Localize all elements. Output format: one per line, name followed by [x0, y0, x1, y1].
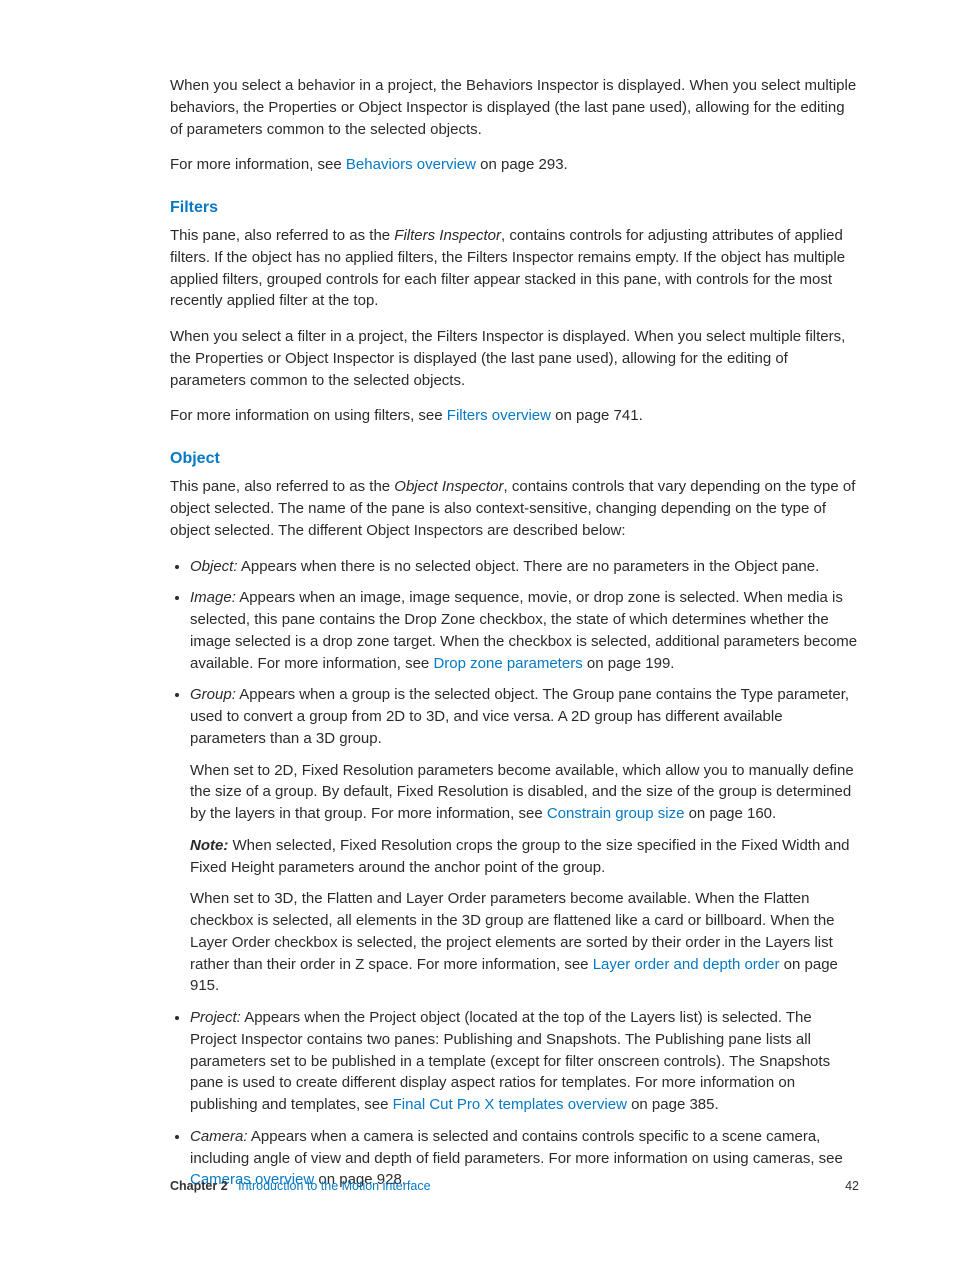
list-item-group: Group: Appears when a group is the selec… — [190, 684, 859, 997]
intro-paragraph-2: For more information, see Behaviors over… — [170, 154, 859, 176]
group-sub-paragraph-2d: When set to 2D, Fixed Resolution paramet… — [190, 760, 859, 825]
text-fragment: on page 160. — [684, 805, 776, 822]
object-heading: Object — [170, 447, 859, 470]
filters-paragraph-3: For more information on using filters, s… — [170, 405, 859, 427]
object-inspector-term: Object Inspector — [394, 478, 503, 495]
list-item-image: Image: Appears when an image, image sequ… — [190, 587, 859, 674]
object-inspector-list: Object: Appears when there is no selecte… — [170, 556, 859, 1192]
footer-left: Chapter 2 Introduction to the Motion int… — [170, 1177, 431, 1195]
text-fragment: Appears when there is no selected object… — [238, 558, 820, 575]
note-label: Note: — [190, 837, 233, 854]
layer-order-link[interactable]: Layer order and depth order — [593, 956, 780, 973]
group-sub-paragraph-3d: When set to 3D, the Flatten and Layer Or… — [190, 888, 859, 997]
fcpx-templates-overview-link[interactable]: Final Cut Pro X templates overview — [393, 1096, 627, 1113]
drop-zone-parameters-link[interactable]: Drop zone parameters — [433, 655, 582, 672]
chapter-label: Chapter 2 — [170, 1179, 228, 1193]
text-fragment: Appears when a camera is selected and co… — [190, 1128, 843, 1167]
document-page: When you select a behavior in a project,… — [0, 0, 954, 1265]
group-sub-paragraph-note: Note: When selected, Fixed Resolution cr… — [190, 835, 859, 879]
text-fragment: This pane, also referred to as the — [170, 227, 394, 244]
object-paragraph-1: This pane, also referred to as the Objec… — [170, 476, 859, 541]
text-fragment: on page 199. — [583, 655, 675, 672]
item-label: Object: — [190, 558, 238, 575]
text-fragment: Appears when a group is the selected obj… — [190, 686, 849, 747]
text-fragment: When selected, Fixed Resolution crops th… — [190, 837, 850, 876]
filters-paragraph-2: When you select a filter in a project, t… — [170, 326, 859, 391]
constrain-group-size-link[interactable]: Constrain group size — [547, 805, 685, 822]
text-fragment: on page 741. — [551, 407, 643, 424]
text-fragment: This pane, also referred to as the — [170, 478, 394, 495]
item-label: Camera: — [190, 1128, 248, 1145]
chapter-title: Introduction to the Motion interface — [238, 1179, 430, 1193]
filters-inspector-term: Filters Inspector — [394, 227, 501, 244]
text-fragment: For more information, see — [170, 156, 346, 173]
filters-heading: Filters — [170, 196, 859, 219]
item-label: Project: — [190, 1009, 241, 1026]
filters-overview-link[interactable]: Filters overview — [447, 407, 551, 424]
behaviors-overview-link[interactable]: Behaviors overview — [346, 156, 476, 173]
filters-paragraph-1: This pane, also referred to as the Filte… — [170, 225, 859, 312]
text-fragment: on page 293. — [476, 156, 568, 173]
list-item-project: Project: Appears when the Project object… — [190, 1007, 859, 1116]
text-fragment: For more information on using filters, s… — [170, 407, 447, 424]
item-label: Group: — [190, 686, 236, 703]
text-fragment: on page 385. — [627, 1096, 719, 1113]
intro-paragraph-1: When you select a behavior in a project,… — [170, 75, 859, 140]
page-number: 42 — [845, 1177, 859, 1195]
list-item-object: Object: Appears when there is no selecte… — [190, 556, 859, 578]
page-footer: Chapter 2 Introduction to the Motion int… — [170, 1177, 859, 1195]
item-label: Image: — [190, 589, 236, 606]
